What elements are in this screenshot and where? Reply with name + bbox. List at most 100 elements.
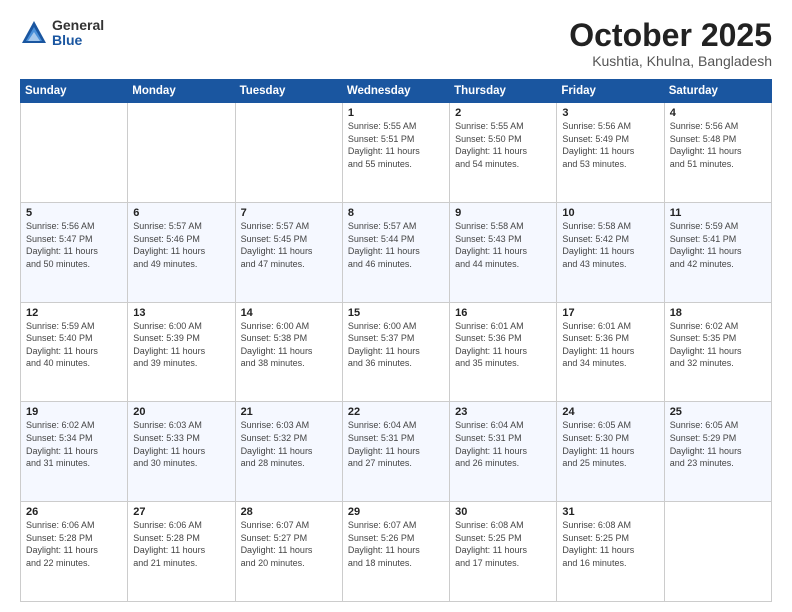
- calendar-cell: 25Sunrise: 6:05 AM Sunset: 5:29 PM Dayli…: [664, 402, 771, 502]
- calendar-cell: 1Sunrise: 5:55 AM Sunset: 5:51 PM Daylig…: [342, 103, 449, 203]
- calendar-cell: 21Sunrise: 6:03 AM Sunset: 5:32 PM Dayli…: [235, 402, 342, 502]
- day-number: 6: [133, 207, 229, 219]
- location: Kushtia, Khulna, Bangladesh: [569, 53, 772, 69]
- day-info: Sunrise: 6:06 AM Sunset: 5:28 PM Dayligh…: [133, 519, 229, 569]
- calendar-cell: 2Sunrise: 5:55 AM Sunset: 5:50 PM Daylig…: [450, 103, 557, 203]
- day-number: 8: [348, 207, 444, 219]
- month-title: October 2025: [569, 18, 772, 53]
- calendar-week-3: 19Sunrise: 6:02 AM Sunset: 5:34 PM Dayli…: [21, 402, 772, 502]
- calendar-cell: 30Sunrise: 6:08 AM Sunset: 5:25 PM Dayli…: [450, 502, 557, 602]
- day-info: Sunrise: 6:02 AM Sunset: 5:34 PM Dayligh…: [26, 419, 122, 469]
- logo-general: General: [52, 18, 104, 33]
- calendar-cell: 19Sunrise: 6:02 AM Sunset: 5:34 PM Dayli…: [21, 402, 128, 502]
- calendar-cell: 5Sunrise: 5:56 AM Sunset: 5:47 PM Daylig…: [21, 202, 128, 302]
- day-info: Sunrise: 5:59 AM Sunset: 5:40 PM Dayligh…: [26, 320, 122, 370]
- day-number: 30: [455, 506, 551, 518]
- day-info: Sunrise: 5:56 AM Sunset: 5:47 PM Dayligh…: [26, 220, 122, 270]
- weekday-header-thursday: Thursday: [450, 80, 557, 103]
- calendar-cell: 18Sunrise: 6:02 AM Sunset: 5:35 PM Dayli…: [664, 302, 771, 402]
- calendar-cell: 12Sunrise: 5:59 AM Sunset: 5:40 PM Dayli…: [21, 302, 128, 402]
- day-number: 5: [26, 207, 122, 219]
- calendar-cell: 20Sunrise: 6:03 AM Sunset: 5:33 PM Dayli…: [128, 402, 235, 502]
- weekday-header-friday: Friday: [557, 80, 664, 103]
- header: General Blue October 2025 Kushtia, Khuln…: [20, 18, 772, 69]
- calendar-cell: 28Sunrise: 6:07 AM Sunset: 5:27 PM Dayli…: [235, 502, 342, 602]
- calendar-cell: [128, 103, 235, 203]
- logo-icon: [20, 19, 48, 47]
- calendar-cell: 10Sunrise: 5:58 AM Sunset: 5:42 PM Dayli…: [557, 202, 664, 302]
- day-info: Sunrise: 6:08 AM Sunset: 5:25 PM Dayligh…: [562, 519, 658, 569]
- day-info: Sunrise: 5:56 AM Sunset: 5:48 PM Dayligh…: [670, 120, 766, 170]
- day-number: 13: [133, 307, 229, 319]
- day-info: Sunrise: 5:58 AM Sunset: 5:43 PM Dayligh…: [455, 220, 551, 270]
- day-info: Sunrise: 6:03 AM Sunset: 5:32 PM Dayligh…: [241, 419, 337, 469]
- day-info: Sunrise: 6:00 AM Sunset: 5:37 PM Dayligh…: [348, 320, 444, 370]
- calendar-cell: 31Sunrise: 6:08 AM Sunset: 5:25 PM Dayli…: [557, 502, 664, 602]
- day-info: Sunrise: 5:56 AM Sunset: 5:49 PM Dayligh…: [562, 120, 658, 170]
- day-number: 31: [562, 506, 658, 518]
- day-info: Sunrise: 5:59 AM Sunset: 5:41 PM Dayligh…: [670, 220, 766, 270]
- day-info: Sunrise: 5:55 AM Sunset: 5:50 PM Dayligh…: [455, 120, 551, 170]
- day-number: 1: [348, 107, 444, 119]
- day-info: Sunrise: 6:07 AM Sunset: 5:27 PM Dayligh…: [241, 519, 337, 569]
- day-info: Sunrise: 6:04 AM Sunset: 5:31 PM Dayligh…: [348, 419, 444, 469]
- day-number: 10: [562, 207, 658, 219]
- calendar-cell: 7Sunrise: 5:57 AM Sunset: 5:45 PM Daylig…: [235, 202, 342, 302]
- day-info: Sunrise: 6:08 AM Sunset: 5:25 PM Dayligh…: [455, 519, 551, 569]
- logo: General Blue: [20, 18, 104, 49]
- day-number: 2: [455, 107, 551, 119]
- day-number: 12: [26, 307, 122, 319]
- day-number: 18: [670, 307, 766, 319]
- calendar-cell: 4Sunrise: 5:56 AM Sunset: 5:48 PM Daylig…: [664, 103, 771, 203]
- weekday-header-row: SundayMondayTuesdayWednesdayThursdayFrid…: [21, 80, 772, 103]
- day-number: 17: [562, 307, 658, 319]
- day-number: 7: [241, 207, 337, 219]
- day-info: Sunrise: 6:05 AM Sunset: 5:29 PM Dayligh…: [670, 419, 766, 469]
- day-info: Sunrise: 6:01 AM Sunset: 5:36 PM Dayligh…: [455, 320, 551, 370]
- day-number: 23: [455, 406, 551, 418]
- day-info: Sunrise: 5:57 AM Sunset: 5:45 PM Dayligh…: [241, 220, 337, 270]
- day-info: Sunrise: 5:55 AM Sunset: 5:51 PM Dayligh…: [348, 120, 444, 170]
- calendar-cell: 24Sunrise: 6:05 AM Sunset: 5:30 PM Dayli…: [557, 402, 664, 502]
- calendar-cell: 26Sunrise: 6:06 AM Sunset: 5:28 PM Dayli…: [21, 502, 128, 602]
- calendar-cell: 3Sunrise: 5:56 AM Sunset: 5:49 PM Daylig…: [557, 103, 664, 203]
- calendar-week-4: 26Sunrise: 6:06 AM Sunset: 5:28 PM Dayli…: [21, 502, 772, 602]
- day-number: 26: [26, 506, 122, 518]
- calendar-cell: [664, 502, 771, 602]
- day-info: Sunrise: 6:03 AM Sunset: 5:33 PM Dayligh…: [133, 419, 229, 469]
- calendar-week-2: 12Sunrise: 5:59 AM Sunset: 5:40 PM Dayli…: [21, 302, 772, 402]
- day-number: 20: [133, 406, 229, 418]
- title-block: October 2025 Kushtia, Khulna, Bangladesh: [569, 18, 772, 69]
- calendar-week-1: 5Sunrise: 5:56 AM Sunset: 5:47 PM Daylig…: [21, 202, 772, 302]
- day-number: 16: [455, 307, 551, 319]
- calendar-cell: 27Sunrise: 6:06 AM Sunset: 5:28 PM Dayli…: [128, 502, 235, 602]
- day-info: Sunrise: 6:01 AM Sunset: 5:36 PM Dayligh…: [562, 320, 658, 370]
- weekday-header-sunday: Sunday: [21, 80, 128, 103]
- day-info: Sunrise: 5:57 AM Sunset: 5:46 PM Dayligh…: [133, 220, 229, 270]
- day-info: Sunrise: 6:06 AM Sunset: 5:28 PM Dayligh…: [26, 519, 122, 569]
- calendar-cell: 9Sunrise: 5:58 AM Sunset: 5:43 PM Daylig…: [450, 202, 557, 302]
- day-info: Sunrise: 6:07 AM Sunset: 5:26 PM Dayligh…: [348, 519, 444, 569]
- day-number: 15: [348, 307, 444, 319]
- logo-blue: Blue: [52, 33, 104, 48]
- day-number: 27: [133, 506, 229, 518]
- calendar-cell: 16Sunrise: 6:01 AM Sunset: 5:36 PM Dayli…: [450, 302, 557, 402]
- day-number: 25: [670, 406, 766, 418]
- day-number: 24: [562, 406, 658, 418]
- day-number: 3: [562, 107, 658, 119]
- calendar-cell: 13Sunrise: 6:00 AM Sunset: 5:39 PM Dayli…: [128, 302, 235, 402]
- calendar-cell: 14Sunrise: 6:00 AM Sunset: 5:38 PM Dayli…: [235, 302, 342, 402]
- day-info: Sunrise: 5:57 AM Sunset: 5:44 PM Dayligh…: [348, 220, 444, 270]
- day-number: 14: [241, 307, 337, 319]
- day-info: Sunrise: 6:04 AM Sunset: 5:31 PM Dayligh…: [455, 419, 551, 469]
- day-number: 19: [26, 406, 122, 418]
- calendar-cell: 15Sunrise: 6:00 AM Sunset: 5:37 PM Dayli…: [342, 302, 449, 402]
- day-number: 11: [670, 207, 766, 219]
- calendar-cell: 11Sunrise: 5:59 AM Sunset: 5:41 PM Dayli…: [664, 202, 771, 302]
- logo-text: General Blue: [52, 18, 104, 49]
- calendar-cell: 17Sunrise: 6:01 AM Sunset: 5:36 PM Dayli…: [557, 302, 664, 402]
- calendar-week-0: 1Sunrise: 5:55 AM Sunset: 5:51 PM Daylig…: [21, 103, 772, 203]
- day-info: Sunrise: 6:00 AM Sunset: 5:39 PM Dayligh…: [133, 320, 229, 370]
- day-number: 28: [241, 506, 337, 518]
- day-info: Sunrise: 6:02 AM Sunset: 5:35 PM Dayligh…: [670, 320, 766, 370]
